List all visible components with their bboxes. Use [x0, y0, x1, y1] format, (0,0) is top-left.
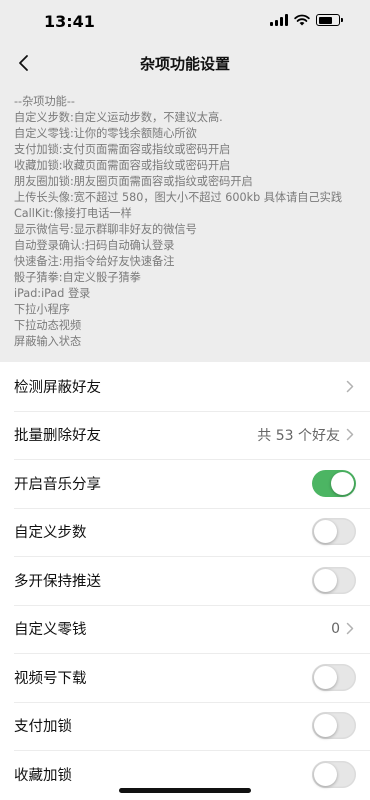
chevron-right-icon — [346, 622, 356, 636]
row-label: 开启音乐分享 — [14, 476, 101, 493]
channels-download-toggle[interactable] — [312, 663, 356, 691]
description-line: CallKit:像接打电话一样 — [14, 207, 132, 220]
custom-steps-toggle[interactable] — [312, 518, 356, 546]
description-line: 自定义步数:自定义运动步数，不建议太高. — [14, 111, 223, 124]
description-line: 下拉小程序 — [14, 303, 70, 316]
description-line: --杂项功能-- — [14, 95, 75, 108]
row-label: 自定义步数 — [14, 525, 87, 542]
wifi-icon — [294, 14, 310, 26]
custom-change-row[interactable]: 自定义零钱 0 — [0, 604, 370, 654]
description-line: iPad:iPad 登录 — [14, 287, 91, 300]
row-label: 多开保持推送 — [14, 573, 101, 590]
back-button[interactable] — [8, 48, 38, 78]
settings-list: 检测屏蔽好友 批量删除好友 共 53 个好友 开启音乐分享 自定义步数 多开保持… — [0, 362, 370, 800]
chevron-right-icon — [346, 428, 356, 442]
row-label: 检测屏蔽好友 — [14, 379, 101, 396]
row-label: 支付加锁 — [14, 719, 72, 736]
description-line: 自定义零钱:让你的零钱余额随心所欲 — [14, 127, 197, 140]
multi-push-toggle[interactable] — [312, 566, 356, 594]
description-line: 快速备注:用指令给好友快速备注 — [14, 255, 175, 268]
pay-lock-toggle[interactable] — [312, 712, 356, 740]
friend-count-value: 共 53 个好友 — [257, 427, 340, 444]
feature-description: --杂项功能-- 自定义步数:自定义运动步数，不建议太高. 自定义零钱:让你的零… — [0, 82, 370, 356]
status-bar: 13:41 — [0, 0, 370, 44]
description-line: 朋友圈加锁:朋友圈页面需面容或指纹或密码开启 — [14, 175, 253, 188]
description-line: 下拉动态视频 — [14, 319, 82, 332]
description-line: 屏蔽输入状态 — [14, 335, 82, 348]
status-time: 13:41 — [44, 12, 95, 31]
custom-steps-row: 自定义步数 — [0, 507, 370, 557]
detect-blocked-friends-row[interactable]: 检测屏蔽好友 — [0, 362, 370, 411]
cellular-signal-icon — [270, 14, 288, 26]
description-line: 收藏加锁:收藏页面需面容或指纹或密码开启 — [14, 159, 231, 172]
row-label: 自定义零钱 — [14, 622, 87, 639]
batch-delete-friends-row[interactable]: 批量删除好友 共 53 个好友 — [0, 410, 370, 460]
battery-icon — [316, 14, 343, 26]
row-label: 视频号下载 — [14, 670, 87, 687]
description-line: 骰子猜拳:自定义骰子猜拳 — [14, 271, 141, 284]
music-share-toggle[interactable] — [312, 469, 356, 497]
description-line: 自动登录确认:扫码自动确认登录 — [14, 239, 175, 252]
channels-download-row: 视频号下载 — [0, 653, 370, 702]
music-share-row: 开启音乐分享 — [0, 459, 370, 508]
change-value: 0 — [331, 620, 340, 637]
favorites-lock-toggle[interactable] — [312, 760, 356, 788]
nav-bar: 杂项功能设置 — [0, 44, 370, 82]
page-title: 杂项功能设置 — [139, 54, 230, 73]
description-line: 支付加锁:支付页面需面容或指纹或密码开启 — [14, 143, 231, 156]
chevron-right-icon — [346, 379, 356, 393]
row-label: 收藏加锁 — [14, 767, 72, 784]
chevron-left-icon — [19, 55, 28, 71]
status-icons — [270, 14, 343, 26]
description-line: 上传长头像:宽不超过 580，图大小不超过 600kb 具体请自己实践 — [14, 191, 343, 204]
pay-lock-row: 支付加锁 — [0, 701, 370, 751]
description-line: 显示微信号:显示群聊非好友的微信号 — [14, 223, 197, 236]
multi-push-row: 多开保持推送 — [0, 556, 370, 605]
home-indicator — [119, 788, 251, 793]
row-label: 批量删除好友 — [14, 428, 101, 445]
